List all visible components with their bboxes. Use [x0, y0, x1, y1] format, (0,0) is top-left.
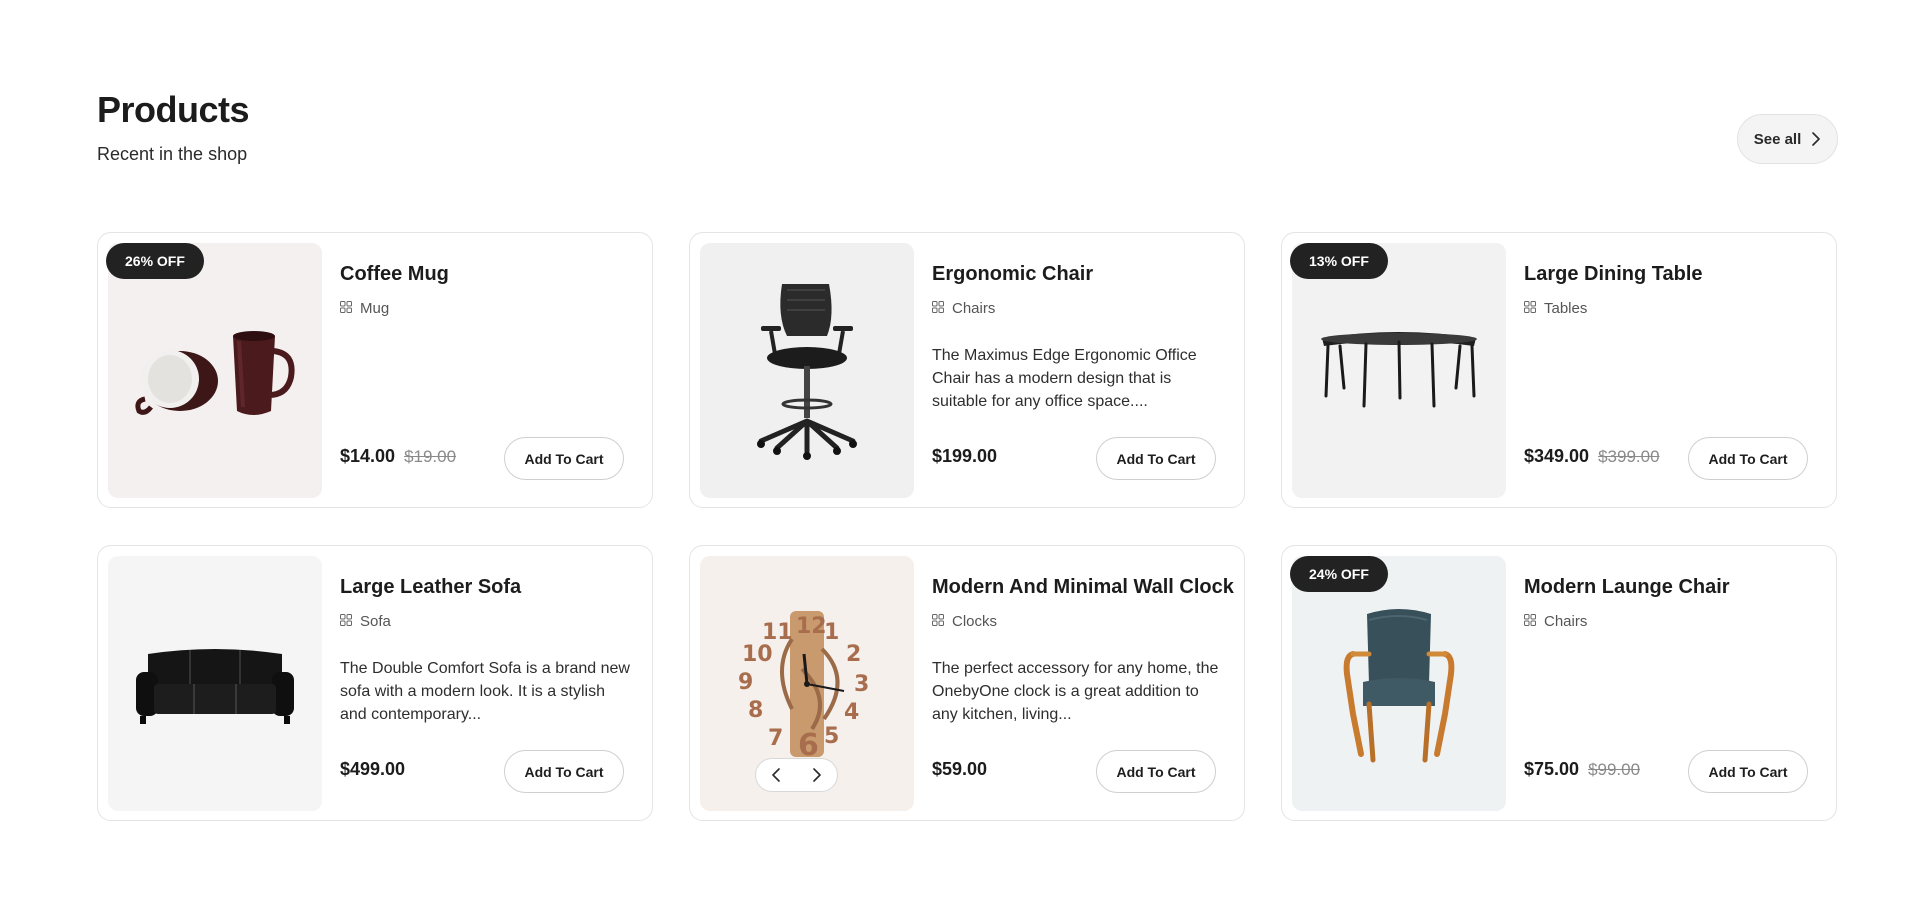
svg-text:1: 1	[824, 620, 839, 645]
grid-icon	[932, 613, 944, 630]
discount-badge: 26% OFF	[106, 243, 204, 279]
product-card[interactable]: 12 1 2 3 4 5 6 7 8 9 10 11 Modern And Mi…	[689, 545, 1245, 821]
price-row: $75.00 $99.00	[1524, 759, 1640, 780]
svg-text:5: 5	[824, 724, 839, 749]
price-row: $14.00 $19.00	[340, 446, 456, 467]
category-label: Chairs	[1544, 613, 1588, 630]
svg-text:4: 4	[844, 700, 859, 725]
product-name[interactable]: Modern And Minimal Wall Clock	[932, 576, 1234, 599]
grid-icon	[1524, 300, 1536, 317]
add-to-cart-button[interactable]: Add To Cart	[1096, 437, 1216, 480]
category-label: Clocks	[952, 613, 998, 630]
dining-table-image[interactable]	[1292, 243, 1506, 498]
grid-icon	[1524, 613, 1536, 630]
products-header: Products Recent in the shop	[97, 88, 250, 165]
svg-text:3: 3	[854, 672, 869, 697]
product-category[interactable]: Mug	[340, 300, 389, 317]
product-name[interactable]: Coffee Mug	[340, 263, 449, 286]
product-category[interactable]: Tables	[1524, 300, 1587, 317]
office-chair-image[interactable]	[700, 243, 914, 498]
grid-icon	[340, 613, 352, 630]
page-title: Products	[97, 89, 250, 130]
leather-sofa-image[interactable]	[108, 556, 322, 811]
svg-text:9: 9	[738, 670, 753, 695]
svg-text:2: 2	[846, 642, 861, 667]
see-all-label: See all	[1753, 130, 1802, 148]
price: $75.00	[1524, 759, 1580, 779]
svg-text:10: 10	[742, 642, 773, 667]
svg-text:12: 12	[796, 614, 827, 639]
discount-badge: 13% OFF	[1290, 243, 1388, 279]
discount-badge: 24% OFF	[1290, 556, 1388, 592]
add-to-cart-button[interactable]: Add To Cart	[1096, 750, 1216, 793]
old-price: $99.00	[1588, 760, 1641, 779]
old-price: $19.00	[404, 447, 457, 466]
svg-text:6: 6	[798, 728, 819, 759]
product-category[interactable]: Chairs	[932, 300, 995, 317]
category-label: Sofa	[360, 613, 391, 630]
page-subtitle: Recent in the shop	[97, 144, 248, 164]
product-grid: 26% OFF Coffee Mug Mug $14.00 $19.00 Add…	[97, 232, 1838, 821]
product-category[interactable]: Clocks	[932, 613, 997, 630]
add-to-cart-button[interactable]: Add To Cart	[504, 437, 624, 480]
price: $349.00	[1524, 446, 1590, 466]
product-description: The Maximus Edge Ergonomic Office Chair …	[932, 347, 1197, 410]
add-to-cart-button[interactable]: Add To Cart	[1688, 750, 1808, 793]
product-name[interactable]: Large Dining Table	[1524, 263, 1703, 286]
old-price: $399.00	[1598, 447, 1660, 466]
chevron-left-icon[interactable]	[761, 760, 791, 790]
product-card[interactable]: 26% OFF Coffee Mug Mug $14.00 $19.00 Add…	[97, 232, 653, 508]
price: $499.00	[340, 759, 406, 779]
see-all-button[interactable]: See all	[1737, 114, 1838, 164]
product-description: The Double Comfort Sofa is a brand new s…	[340, 660, 630, 723]
category-label: Chairs	[952, 300, 996, 317]
svg-text:8: 8	[748, 698, 763, 723]
price: $14.00	[340, 446, 396, 466]
price: $199.00	[932, 446, 998, 466]
product-description: The perfect accessory for any home, the …	[932, 660, 1219, 723]
category-label: Mug	[360, 300, 390, 317]
price-row: $499.00	[340, 759, 405, 780]
lounge-chair-image[interactable]	[1292, 556, 1506, 811]
grid-icon	[340, 300, 352, 317]
product-card[interactable]: 13% OFF Large Dining Table Tables $349.0…	[1281, 232, 1837, 508]
chevron-right-icon	[1811, 132, 1821, 146]
svg-text:7: 7	[768, 726, 783, 751]
price-row: $199.00	[932, 446, 997, 467]
product-category[interactable]: Chairs	[1524, 613, 1587, 630]
add-to-cart-button[interactable]: Add To Cart	[504, 750, 624, 793]
price-row: $59.00	[932, 759, 987, 780]
category-label: Tables	[1544, 300, 1588, 317]
product-category[interactable]: Sofa	[340, 613, 391, 630]
product-name[interactable]: Ergonomic Chair	[932, 263, 1093, 286]
image-carousel-controls	[755, 758, 838, 792]
svg-text:11: 11	[762, 620, 793, 645]
grid-icon	[932, 300, 944, 317]
product-name[interactable]: Modern Launge Chair	[1524, 576, 1730, 599]
add-to-cart-button[interactable]: Add To Cart	[1688, 437, 1808, 480]
price-row: $349.00 $399.00	[1524, 446, 1660, 467]
price: $59.00	[932, 759, 988, 779]
product-card[interactable]: Ergonomic Chair Chairs The Maximus Edge …	[689, 232, 1245, 508]
product-card[interactable]: Large Leather Sofa Sofa The Double Comfo…	[97, 545, 653, 821]
product-name[interactable]: Large Leather Sofa	[340, 576, 521, 599]
coffee-mug-image[interactable]	[108, 243, 322, 498]
product-card[interactable]: 24% OFF Modern Launge Chair Chairs $75.0…	[1281, 545, 1837, 821]
chevron-right-icon[interactable]	[802, 760, 832, 790]
